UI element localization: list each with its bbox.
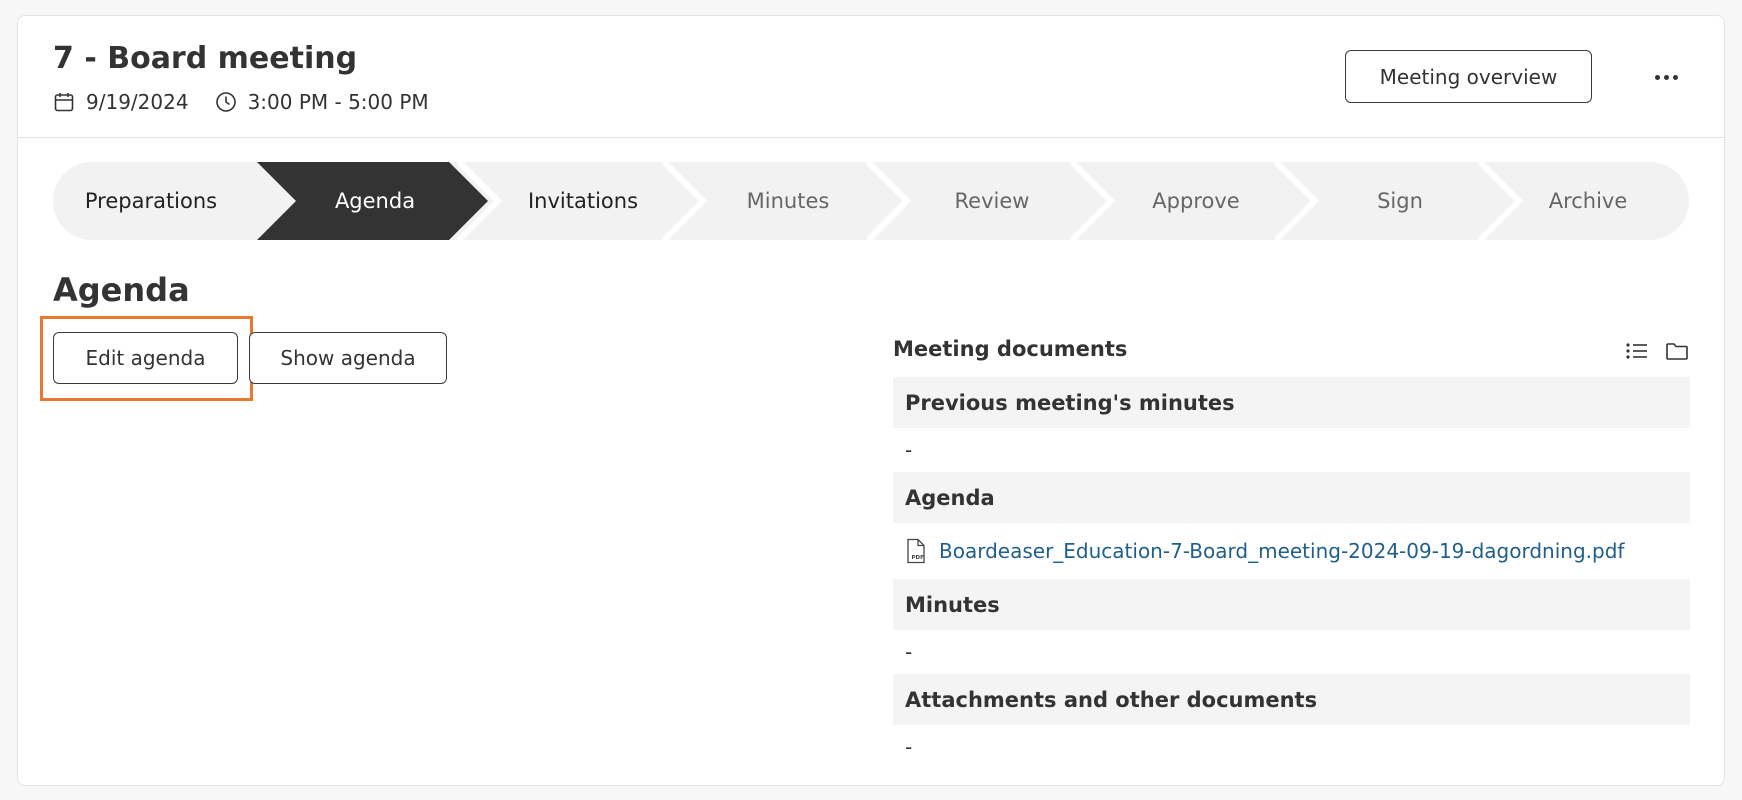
documents-group-agenda: Agenda <box>893 472 1690 523</box>
documents-group-minutes: Minutes <box>893 579 1690 630</box>
meeting-workflow-stepper: Preparations Agenda Invitations Minutes … <box>53 162 1689 240</box>
step-approve[interactable]: Approve <box>1096 162 1296 240</box>
step-review[interactable]: Review <box>892 162 1092 240</box>
clock-icon <box>215 91 237 113</box>
meeting-date: 9/19/2024 <box>86 90 189 114</box>
meeting-title: 7 - Board meeting <box>53 41 358 76</box>
documents-title: Meeting documents <box>893 337 1128 361</box>
documents-group-attachments: Attachments and other documents <box>893 674 1690 725</box>
meeting-time: 3:00 PM - 5:00 PM <box>247 90 429 114</box>
more-options-icon[interactable] <box>1638 64 1694 90</box>
svg-text:PDF: PDF <box>912 555 925 561</box>
calendar-icon <box>53 91 75 113</box>
documents-header: Meeting documents <box>893 331 1690 377</box>
step-sign[interactable]: Sign <box>1300 162 1500 240</box>
step-preparations[interactable]: Preparations <box>53 162 249 240</box>
pdf-file-icon: PDF <box>905 538 927 564</box>
edit-agenda-button[interactable]: Edit agenda <box>53 332 238 384</box>
show-agenda-button[interactable]: Show agenda <box>249 332 447 384</box>
list-view-icon[interactable] <box>1624 339 1650 363</box>
agenda-heading: Agenda <box>53 271 190 309</box>
meeting-meta: 9/19/2024 3:00 PM - 5:00 PM <box>53 87 429 117</box>
step-invitations[interactable]: Invitations <box>483 162 683 240</box>
document-item: PDF Boardeaser_Education-7-Board_meeting… <box>893 523 1690 579</box>
meeting-header: 7 - Board meeting 9/19/2024 3:00 PM - 5:… <box>18 16 1724 138</box>
meeting-documents-panel: Meeting documents Previous meeting's min… <box>893 331 1690 769</box>
meeting-card: 7 - Board meeting 9/19/2024 3:00 PM - 5:… <box>17 15 1725 786</box>
meeting-overview-button[interactable]: Meeting overview <box>1345 50 1592 103</box>
step-agenda[interactable]: Agenda <box>275 162 475 240</box>
agenda-pdf-link[interactable]: Boardeaser_Education-7-Board_meeting-202… <box>939 539 1624 563</box>
documents-group-empty: - <box>905 438 913 462</box>
documents-view-toggles <box>1610 339 1690 363</box>
documents-group-empty: - <box>905 640 913 664</box>
documents-group-empty: - <box>905 735 913 759</box>
folder-icon[interactable] <box>1664 339 1690 363</box>
step-archive[interactable]: Archive <box>1513 162 1663 240</box>
step-minutes[interactable]: Minutes <box>688 162 888 240</box>
documents-group-previous-minutes: Previous meeting's minutes <box>893 377 1690 428</box>
